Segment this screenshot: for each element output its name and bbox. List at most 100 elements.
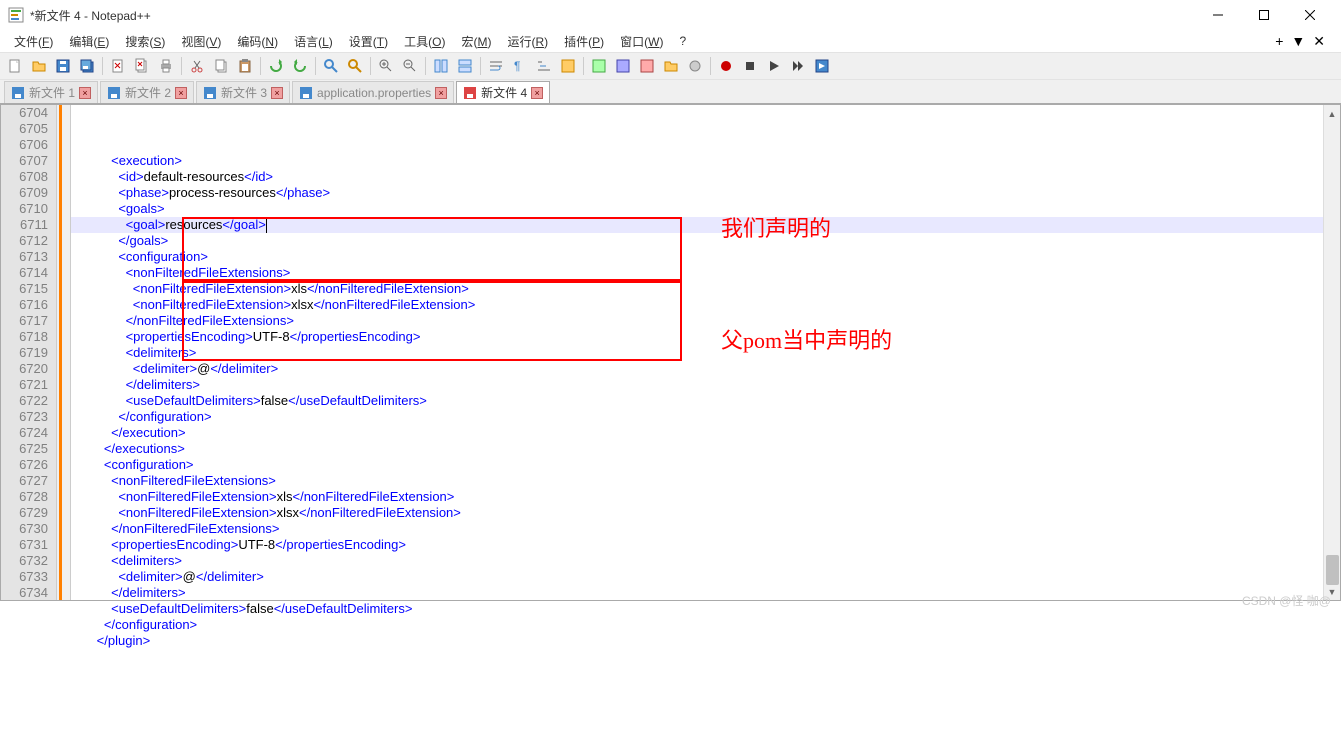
code-line[interactable]: <useDefaultDelimiters>false</useDefaultD… xyxy=(71,393,1340,409)
code-line[interactable]: <id>default-resources</id> xyxy=(71,169,1340,185)
close-file-button[interactable] xyxy=(107,55,129,77)
code-line[interactable]: <useDefaultDelimiters>false</useDefaultD… xyxy=(71,601,1340,617)
save-all-button[interactable] xyxy=(76,55,98,77)
tab-4[interactable]: 新文件 4× xyxy=(456,81,550,103)
paste-button[interactable] xyxy=(234,55,256,77)
play-button[interactable] xyxy=(763,55,785,77)
code-line[interactable]: <delimiter>@</delimiter> xyxy=(71,361,1340,377)
code-line[interactable]: <delimiters> xyxy=(71,345,1340,361)
menu-r[interactable]: 运行(R) xyxy=(499,31,556,52)
copy-button[interactable] xyxy=(210,55,232,77)
record-button[interactable] xyxy=(715,55,737,77)
menu-t[interactable]: 设置(T) xyxy=(341,31,396,52)
code-line[interactable]: </delimiters> xyxy=(71,585,1340,601)
tab-label: 新文件 2 xyxy=(125,84,171,101)
close-all-button[interactable] xyxy=(131,55,153,77)
open-file-button[interactable] xyxy=(28,55,50,77)
save-macro-button[interactable] xyxy=(811,55,833,77)
vertical-scrollbar[interactable]: ▲ ▼ xyxy=(1323,105,1340,600)
code-line[interactable]: <delimiters> xyxy=(71,553,1340,569)
tab-close-button[interactable]: × xyxy=(175,87,187,99)
menu-v[interactable]: 视图(V) xyxy=(173,31,229,52)
replace-button[interactable] xyxy=(344,55,366,77)
tab-2[interactable]: 新文件 3× xyxy=(196,81,290,103)
menu-o[interactable]: 工具(O) xyxy=(396,31,453,52)
monitor-button[interactable] xyxy=(684,55,706,77)
new-file-button[interactable] xyxy=(4,55,26,77)
code-line[interactable]: </nonFilteredFileExtensions> xyxy=(71,313,1340,329)
menu-e[interactable]: 编辑(E) xyxy=(61,31,117,52)
tab-1[interactable]: 新文件 2 × xyxy=(100,81,194,103)
code-line[interactable]: <nonFilteredFileExtensions> xyxy=(71,265,1340,281)
code-line[interactable]: <configuration> xyxy=(71,457,1340,473)
menu-p[interactable]: 插件(P) xyxy=(556,31,612,52)
user-lang-button[interactable] xyxy=(557,55,579,77)
code-line[interactable]: </delimiters> xyxy=(71,377,1340,393)
tab-close-button[interactable]: × xyxy=(79,87,91,99)
code-line[interactable]: <propertiesEncoding>UTF-8</propertiesEnc… xyxy=(71,329,1340,345)
close-button[interactable] xyxy=(1287,0,1333,30)
code-line[interactable]: <phase>process-resources</phase> xyxy=(71,185,1340,201)
find-button[interactable] xyxy=(320,55,342,77)
sync-v-button[interactable] xyxy=(430,55,452,77)
zoom-in-button[interactable] xyxy=(375,55,397,77)
code-line[interactable]: <goal>resources</goal> xyxy=(71,217,1340,233)
save-button[interactable] xyxy=(52,55,74,77)
func-list-button[interactable] xyxy=(636,55,658,77)
tab-close-button[interactable]: × xyxy=(435,87,447,99)
stop-button[interactable] xyxy=(739,55,761,77)
code-line[interactable]: </nonFilteredFileExtensions> xyxy=(71,521,1340,537)
code-line[interactable]: <propertiesEncoding>UTF-8</propertiesEnc… xyxy=(71,537,1340,553)
line-number: 6714 xyxy=(1,265,48,281)
line-number: 6723 xyxy=(1,409,48,425)
code-line[interactable]: </goals> xyxy=(71,233,1340,249)
file-icon xyxy=(107,86,121,100)
zoom-out-button[interactable] xyxy=(399,55,421,77)
code-line[interactable]: </configuration> xyxy=(71,409,1340,425)
undo-button[interactable] xyxy=(265,55,287,77)
play-multi-button[interactable] xyxy=(787,55,809,77)
tab-0[interactable]: 新文件 1× xyxy=(4,81,98,103)
code-line[interactable]: <nonFilteredFileExtension>xlsx</nonFilte… xyxy=(71,505,1340,521)
code-line[interactable]: <nonFilteredFileExtensions> xyxy=(71,473,1340,489)
plus-icon[interactable]: + xyxy=(1275,33,1283,50)
menu-m[interactable]: 宏(M) xyxy=(453,31,499,52)
code-line[interactable]: </execution> xyxy=(71,425,1340,441)
menu-s[interactable]: 搜索(S) xyxy=(117,31,173,52)
arrow-down-icon[interactable]: ▼ xyxy=(1291,33,1305,50)
tab-close-button[interactable]: × xyxy=(271,87,283,99)
folder-button[interactable] xyxy=(660,55,682,77)
menu-l[interactable]: 语言(L) xyxy=(286,31,341,52)
wordwrap-button[interactable] xyxy=(485,55,507,77)
code-line[interactable]: </executions> xyxy=(71,441,1340,457)
close-x-icon[interactable]: ✕ xyxy=(1313,33,1325,50)
menu-w[interactable]: 窗口(W) xyxy=(612,31,671,52)
maximize-button[interactable] xyxy=(1241,0,1287,30)
code-line[interactable]: <nonFilteredFileExtension>xlsx</nonFilte… xyxy=(71,297,1340,313)
code-line[interactable]: </configuration> xyxy=(71,617,1340,633)
code-line[interactable]: <delimiter>@</delimiter> xyxy=(71,569,1340,585)
code-line[interactable]: <execution> xyxy=(71,153,1340,169)
menu-n[interactable]: 编码(N) xyxy=(229,31,286,52)
tab-close-button[interactable]: × xyxy=(531,87,543,99)
tab-3[interactable]: application.properties× xyxy=(292,81,454,103)
scroll-thumb[interactable] xyxy=(1326,555,1339,585)
code-line[interactable]: <configuration> xyxy=(71,249,1340,265)
indent-guide-button[interactable] xyxy=(533,55,555,77)
print-button[interactable] xyxy=(155,55,177,77)
doc-map-button[interactable] xyxy=(588,55,610,77)
code-line[interactable]: <nonFilteredFileExtension>xls</nonFilter… xyxy=(71,489,1340,505)
redo-button[interactable] xyxy=(289,55,311,77)
menu-f[interactable]: 文件(F) xyxy=(6,31,61,52)
sync-h-button[interactable] xyxy=(454,55,476,77)
show-all-chars-button[interactable]: ¶ xyxy=(509,55,531,77)
doc-list-button[interactable] xyxy=(612,55,634,77)
code-line[interactable]: </plugin> xyxy=(71,633,1340,649)
menu-help[interactable]: ? xyxy=(671,32,694,50)
minimize-button[interactable] xyxy=(1195,0,1241,30)
cut-button[interactable] xyxy=(186,55,208,77)
code-line[interactable]: <goals> xyxy=(71,201,1340,217)
code-content[interactable]: <execution> <id>default-resources</id> <… xyxy=(71,105,1340,600)
code-line[interactable]: <nonFilteredFileExtension>xls</nonFilter… xyxy=(71,281,1340,297)
scroll-up-icon[interactable]: ▲ xyxy=(1324,105,1340,122)
